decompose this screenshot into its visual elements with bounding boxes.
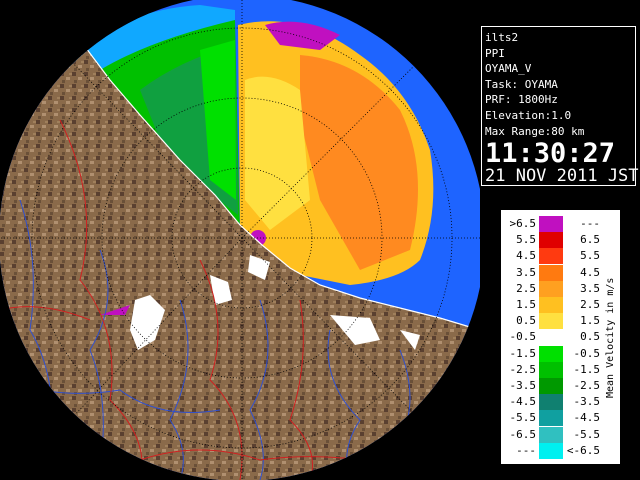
legend-row: 2.5 3.5 <box>501 280 601 297</box>
legend-upper-bound: --- <box>580 217 600 230</box>
observation-time: 11:30:27 <box>485 138 616 170</box>
legend-row: -6.5 -5.5 <box>501 426 601 443</box>
legend-lower-bound: -6.5 <box>509 427 537 441</box>
legend-row: -5.5 -4.5 <box>501 410 601 427</box>
legend-row: --- <-6.5 <box>501 442 601 459</box>
legend-lower-bound: -5.5 <box>509 411 537 425</box>
legend-row: -3.5 -2.5 <box>501 378 601 394</box>
legend-lower-bound: -2.5 <box>509 362 537 376</box>
observation-date: 21 NOV 2011 JST <box>485 166 639 187</box>
legend-lower-bound: >6.5 <box>509 217 537 230</box>
legend-row: -0.5 0.5 <box>501 329 601 346</box>
legend-row: -4.5 -3.5 <box>501 394 601 411</box>
legend-upper-bound: -4.5 <box>573 411 601 425</box>
legend-upper-bound: 6.5 <box>580 233 600 247</box>
legend-upper-bound: 5.5 <box>580 249 600 263</box>
velocity-legend: Mean Velocity in m/s >6.5 --- 5.5 6.5 4.5 5.5… <box>500 209 621 465</box>
legend-lower-bound: -0.5 <box>509 330 537 344</box>
legend-lower-bound: --- <box>516 443 536 457</box>
radar-ppi-display <box>0 0 480 480</box>
legend-upper-bound: 2.5 <box>580 298 600 311</box>
legend-row: -1.5 -0.5 <box>501 345 601 362</box>
legend-swatch <box>539 313 563 330</box>
info-panel: ilts2 PPI OYAMA_V Task: OYAMA PRF: 1800H… <box>481 26 639 187</box>
legend-swatch <box>539 264 563 281</box>
legend-row: 3.5 4.5 <box>501 264 601 281</box>
legend-swatch <box>539 394 563 411</box>
legend-swatch <box>539 345 563 362</box>
legend-upper-bound: -5.5 <box>573 427 601 441</box>
legend-row: >6.5 --- <box>501 216 601 232</box>
legend-swatch <box>539 248 563 265</box>
info-line: OYAMA_V <box>485 62 532 76</box>
info-line: PRF: 1800Hz <box>485 93 558 107</box>
legend-row: 5.5 6.5 <box>501 232 601 249</box>
legend-lower-bound: -3.5 <box>509 379 537 392</box>
legend-upper-bound: 4.5 <box>580 265 600 279</box>
legend-upper-bound: -0.5 <box>573 346 601 360</box>
legend-swatch <box>539 329 563 346</box>
legend-row: 4.5 5.5 <box>501 248 601 265</box>
legend-swatch <box>539 297 563 313</box>
legend-lower-bound: -4.5 <box>509 395 537 409</box>
legend-upper-bound: 0.5 <box>580 330 600 344</box>
legend-row: -2.5 -1.5 <box>501 361 601 378</box>
legend-upper-bound: -1.5 <box>573 362 601 376</box>
legend-swatch <box>539 410 563 427</box>
legend-swatch <box>539 426 563 443</box>
info-line: ilts2 <box>485 31 519 44</box>
legend-upper-bound: -2.5 <box>573 379 601 392</box>
legend-lower-bound: 4.5 <box>516 249 536 263</box>
legend-swatch <box>539 232 563 249</box>
legend-upper-bound: <-6.5 <box>566 443 600 457</box>
info-line: PPI <box>485 46 505 60</box>
legend-lower-bound: 5.5 <box>516 233 536 247</box>
legend-lower-bound: 0.5 <box>516 314 536 328</box>
legend-upper-bound: -3.5 <box>573 395 601 409</box>
legend-title: Mean Velocity in m/s <box>605 277 616 399</box>
legend-swatch <box>539 361 563 378</box>
legend-upper-bound: 3.5 <box>580 281 600 295</box>
legend-upper-bound: 1.5 <box>580 314 600 328</box>
legend-row: 0.5 1.5 <box>501 313 601 330</box>
legend-lower-bound: 3.5 <box>516 265 536 279</box>
legend-swatch <box>539 280 563 297</box>
legend-lower-bound: 1.5 <box>516 298 536 311</box>
legend-row: 1.5 2.5 <box>501 297 601 313</box>
legend-lower-bound: -1.5 <box>509 346 537 360</box>
legend-swatch <box>539 378 563 394</box>
legend-swatch <box>539 216 563 232</box>
info-line: Max Range:80 km <box>485 124 585 138</box>
legend-lower-bound: 2.5 <box>516 281 536 295</box>
info-line: Elevation:1.0 <box>485 108 572 122</box>
info-line: Task: OYAMA <box>485 77 558 91</box>
legend-swatch <box>539 442 563 459</box>
